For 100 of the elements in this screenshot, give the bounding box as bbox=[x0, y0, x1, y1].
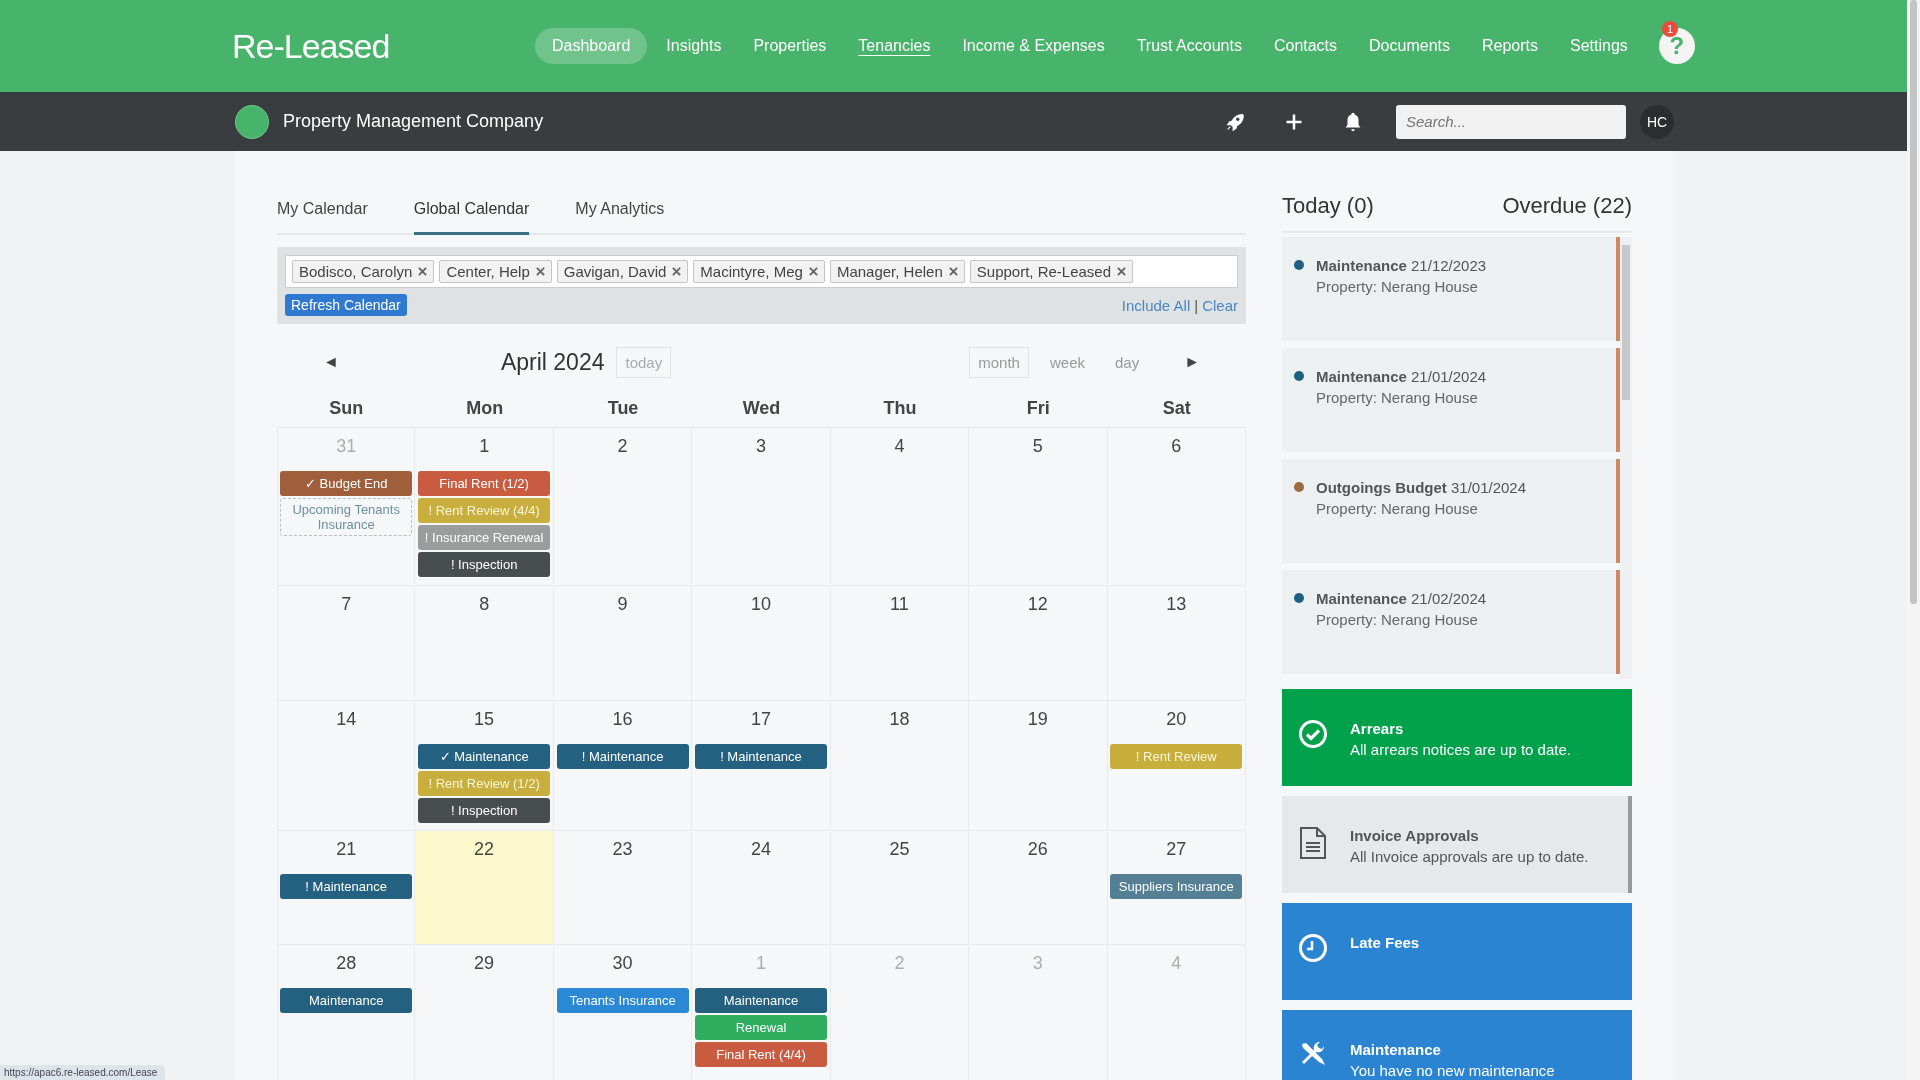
overdue-item[interactable]: Maintenance 21/01/2024 Property: Nerang House bbox=[1282, 348, 1620, 452]
page-scrollbar[interactable] bbox=[1907, 0, 1920, 1080]
weekday-header: Mon bbox=[415, 392, 554, 428]
search-field[interactable]: Search... bbox=[1396, 104, 1626, 139]
status-url: https://apac6.re-leased.com/Lease bbox=[0, 1065, 166, 1080]
status-card[interactable]: Maintenance You have no new maintenance bbox=[1282, 1010, 1632, 1080]
refresh-calendar-button[interactable]: Refresh Calendar bbox=[285, 294, 407, 316]
filter-chip[interactable]: Support, Re-Leased bbox=[969, 260, 1134, 283]
status-text: All arrears notices are up to date. bbox=[1350, 741, 1571, 758]
calendar-event[interactable]: ! Inspection bbox=[418, 798, 551, 823]
overdue-title: Maintenance 21/12/2023 bbox=[1316, 257, 1487, 274]
day-number: 26 bbox=[1027, 839, 1048, 860]
day-number: 16 bbox=[612, 709, 633, 730]
remove-icon[interactable] bbox=[535, 267, 545, 276]
day-number: 25 bbox=[889, 839, 910, 860]
include-all-link[interactable]: Include All bbox=[1121, 296, 1191, 314]
remove-icon[interactable] bbox=[418, 267, 428, 276]
nav-link[interactable]: Tenancies bbox=[845, 28, 944, 64]
filter-chip[interactable]: Gavigan, David bbox=[556, 260, 689, 283]
nav-link[interactable]: Insights bbox=[653, 28, 735, 64]
filter-chip[interactable]: Center, Help bbox=[439, 260, 552, 283]
status-card[interactable]: Arrears All arrears notices are up to date. bbox=[1282, 689, 1632, 786]
day-number: 14 bbox=[336, 709, 357, 730]
next-month-button[interactable]: ► bbox=[1178, 352, 1206, 372]
day-number: 22 bbox=[474, 839, 495, 860]
overdue-item[interactable]: Outgoings Budget 31/01/2024 Property: Nerang House bbox=[1282, 459, 1620, 563]
nav-link[interactable]: Properties bbox=[740, 28, 840, 64]
scrollbar[interactable] bbox=[1620, 237, 1632, 679]
company-logo-icon bbox=[235, 104, 269, 139]
day-number: 3 bbox=[1032, 953, 1043, 974]
calendar-event[interactable]: Renewal bbox=[695, 1015, 827, 1040]
clock-icon bbox=[1298, 933, 1328, 963]
nav-link[interactable]: Income & Expenses bbox=[949, 28, 1118, 64]
remove-icon[interactable] bbox=[1117, 267, 1127, 276]
view-button[interactable]: day bbox=[1106, 346, 1149, 378]
nav-link[interactable]: Reports bbox=[1469, 28, 1551, 64]
overdue-heading[interactable]: Overdue (22) bbox=[1502, 193, 1632, 219]
overdue-title: Maintenance 21/02/2024 bbox=[1316, 590, 1487, 607]
weekday-header: Fri bbox=[969, 392, 1108, 428]
staff-filter-field[interactable]: Bodisco, Carolyn Center, Help Gavigan, David Macintyre, Meg Manager, Helen Support, Re-Leased bbox=[285, 255, 1238, 288]
remove-icon[interactable] bbox=[808, 267, 818, 276]
weekday-header: Wed bbox=[692, 392, 831, 428]
calendar-event[interactable]: Final Rent (4/4) bbox=[695, 1042, 827, 1067]
calendar-tab[interactable]: My Analytics bbox=[575, 191, 665, 235]
calendar-event[interactable]: Upcoming Tenants Insurance bbox=[280, 498, 413, 536]
day-number: 30 bbox=[612, 953, 633, 974]
day-number: 23 bbox=[612, 839, 633, 860]
calendar-event[interactable]: Tenants Insurance bbox=[556, 988, 689, 1013]
status-card[interactable]: Late Fees bbox=[1282, 903, 1632, 1000]
day-number: 1 bbox=[756, 953, 766, 974]
calendar-tab[interactable]: Global Calendar bbox=[413, 191, 530, 235]
remove-icon[interactable] bbox=[672, 267, 682, 276]
clear-link[interactable]: Clear bbox=[1202, 296, 1238, 314]
today-heading[interactable]: Today (0) bbox=[1282, 193, 1374, 219]
nav-link[interactable]: Trust Accounts bbox=[1123, 28, 1255, 64]
status-card[interactable]: Invoice Approvals All Invoice approvals are up to date. bbox=[1282, 796, 1632, 893]
user-avatar[interactable]: HC bbox=[1640, 104, 1674, 139]
calendar-event[interactable]: ✓ Budget End bbox=[280, 471, 413, 496]
calendar-event[interactable]: ✓ Maintenance bbox=[418, 744, 551, 769]
view-button[interactable]: month bbox=[969, 346, 1029, 378]
calendar-event[interactable]: ! Maintenance bbox=[695, 744, 827, 769]
filter-chip[interactable]: Bodisco, Carolyn bbox=[292, 260, 435, 283]
day-number: 13 bbox=[1166, 594, 1187, 615]
day-number: 5 bbox=[1032, 436, 1043, 457]
day-number: 7 bbox=[341, 594, 352, 615]
previous-month-button[interactable]: ◄ bbox=[317, 352, 345, 372]
day-number: 6 bbox=[1171, 436, 1182, 457]
calendar-tab[interactable]: My Calendar bbox=[277, 191, 368, 235]
day-number: 28 bbox=[336, 953, 357, 974]
status-text: You have no new maintenance bbox=[1350, 1062, 1555, 1079]
property-text: Property: Nerang House bbox=[1316, 389, 1479, 406]
day-number: 10 bbox=[750, 594, 771, 615]
calendar-event[interactable]: Final Rent (1/2) bbox=[418, 471, 551, 496]
day-number: 1 bbox=[479, 436, 490, 457]
overdue-item[interactable]: Maintenance 21/02/2024 Property: Nerang House bbox=[1282, 570, 1620, 674]
calendar-event[interactable]: ! Maintenance bbox=[280, 874, 413, 899]
calendar-event[interactable]: Suppliers Insurance bbox=[1110, 874, 1243, 899]
separator-text: | bbox=[1194, 296, 1199, 314]
calendar-event[interactable]: Maintenance bbox=[695, 988, 827, 1013]
nav-link[interactable]: Documents bbox=[1356, 28, 1463, 64]
day-number: 24 bbox=[750, 839, 771, 860]
calendar-event[interactable]: ! Maintenance bbox=[556, 744, 689, 769]
filter-chip[interactable]: Macintyre, Meg bbox=[693, 260, 825, 283]
today-button[interactable]: today bbox=[616, 346, 672, 378]
calendar-event[interactable]: Maintenance bbox=[280, 988, 413, 1013]
day-number: 4 bbox=[894, 436, 905, 457]
check-circle-icon bbox=[1298, 719, 1328, 749]
overdue-item[interactable]: Maintenance 21/12/2023 Property: Nerang House bbox=[1282, 237, 1620, 341]
calendar-title: April 2024 bbox=[500, 348, 605, 376]
nav-link[interactable]: Settings bbox=[1557, 28, 1641, 64]
filter-chip[interactable]: Manager, Helen bbox=[829, 260, 965, 283]
nav-link[interactable]: Contacts bbox=[1260, 28, 1351, 64]
remove-icon[interactable] bbox=[948, 267, 958, 276]
brand-logo[interactable]: Re-Leased bbox=[232, 26, 535, 66]
view-button[interactable]: week bbox=[1040, 346, 1094, 378]
status-title: Arrears bbox=[1350, 720, 1405, 737]
day-number: 15 bbox=[474, 709, 495, 730]
calendar-event[interactable]: ! Insurance Renewal bbox=[418, 525, 551, 550]
calendar-event[interactable]: ! Inspection bbox=[418, 552, 551, 577]
day-number: 2 bbox=[617, 436, 628, 457]
